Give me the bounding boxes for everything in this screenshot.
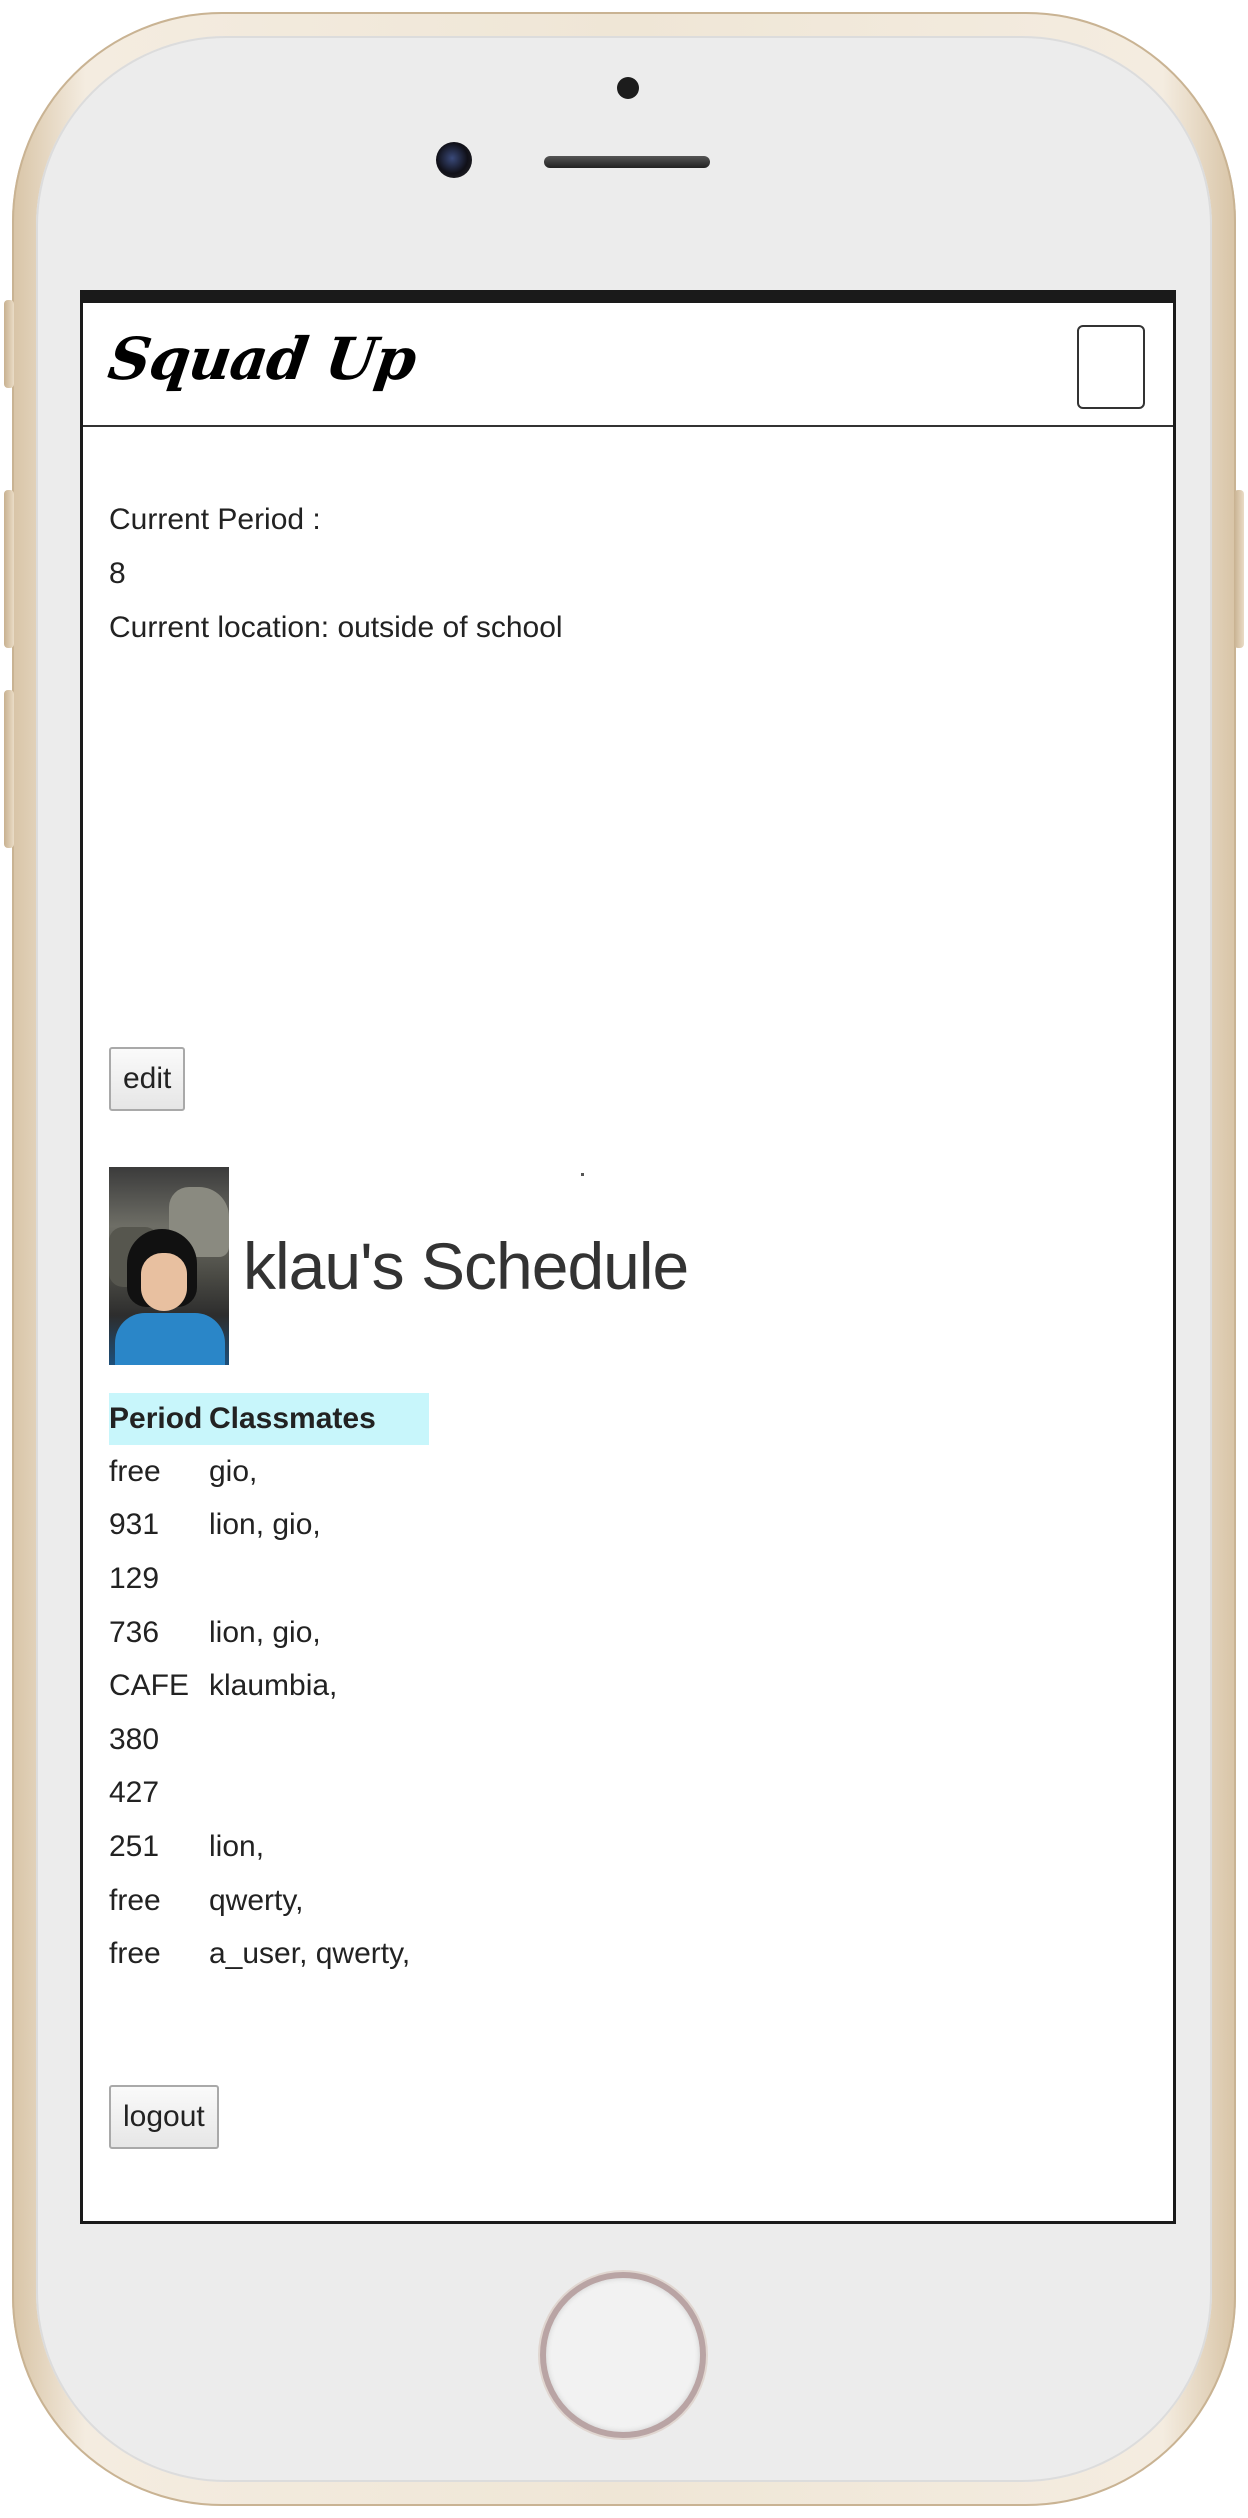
schedule-title: klau's Schedule — [243, 1229, 689, 1303]
column-header-period: Period — [109, 1393, 209, 1445]
classmates-cell: lion, gio, — [209, 1508, 321, 1542]
volume-down-button — [4, 690, 14, 848]
table-row: 736 lion, gio, — [109, 1606, 429, 1660]
table-row: CAFE klaumbia, — [109, 1659, 429, 1713]
period-cell: 931 — [109, 1508, 160, 1542]
proximity-sensor — [617, 77, 639, 99]
profile-header: klau's Schedule — [109, 1167, 689, 1365]
table-row: free gio, — [109, 1445, 429, 1499]
classmates-cell: lion, gio, — [209, 1615, 321, 1649]
edit-button[interactable]: edit — [109, 1047, 186, 1111]
table-row: free qwerty, — [109, 1874, 429, 1928]
period-cell: 251 — [109, 1829, 160, 1863]
home-button[interactable] — [540, 2272, 706, 2438]
user-avatar — [109, 1167, 229, 1365]
power-button — [1234, 490, 1244, 648]
period-cell: 129 — [109, 1561, 160, 1595]
column-header-classmates: Classmates — [209, 1393, 429, 1445]
table-row: free a_user, qwerty, — [109, 1927, 429, 1981]
period-cell: 427 — [109, 1776, 160, 1810]
phone-screen: Squad Up Current Period : 8 Current loca… — [80, 290, 1176, 2224]
classmates-cell: gio, — [209, 1454, 258, 1488]
classmates-cell: klaumbia, — [209, 1669, 338, 1703]
classmates-cell: lion, — [209, 1829, 265, 1863]
avatar-shirt — [115, 1313, 225, 1365]
classmates-cell — [209, 1767, 429, 1821]
classmates-cell — [209, 1552, 429, 1606]
classmates-cell: qwerty, — [209, 1883, 304, 1917]
avatar-face — [141, 1253, 187, 1311]
period-cell: 380 — [109, 1722, 160, 1756]
main-content: Current Period : 8 Current location: out… — [109, 493, 1149, 2149]
status-strip — [83, 293, 1173, 303]
period-cell: CAFE — [109, 1669, 190, 1703]
period-cell: free — [109, 1454, 161, 1488]
table-row: 380 — [109, 1713, 429, 1767]
table-row: 931 lion, gio, — [109, 1499, 429, 1553]
period-cell: free — [109, 1937, 161, 1971]
table-row: 251 lion, — [109, 1820, 429, 1874]
volume-up-button — [4, 490, 14, 648]
earpiece-speaker — [544, 156, 710, 168]
period-cell: 736 — [109, 1615, 160, 1649]
table-header-row: Period Classmates — [109, 1393, 429, 1445]
table-row: 129 — [109, 1552, 429, 1606]
brand-logo[interactable]: Squad Up — [104, 325, 420, 393]
front-camera — [436, 142, 472, 178]
current-period-value: 8 — [109, 557, 126, 590]
menu-toggle-button[interactable] — [1077, 325, 1145, 409]
table-row: 427 — [109, 1767, 429, 1821]
current-location: Current location: outside of school — [109, 611, 563, 644]
period-cell: free — [109, 1883, 161, 1917]
classmates-cell: a_user, qwerty, — [209, 1937, 411, 1971]
classmates-cell — [209, 1713, 429, 1767]
current-period-label: Current Period : — [109, 503, 321, 536]
schedule-table: Period Classmates free gio, 931 lion, gi… — [109, 1393, 429, 1981]
silent-switch — [4, 300, 14, 388]
navbar: Squad Up — [83, 303, 1173, 427]
logout-button[interactable]: logout — [109, 2085, 219, 2149]
